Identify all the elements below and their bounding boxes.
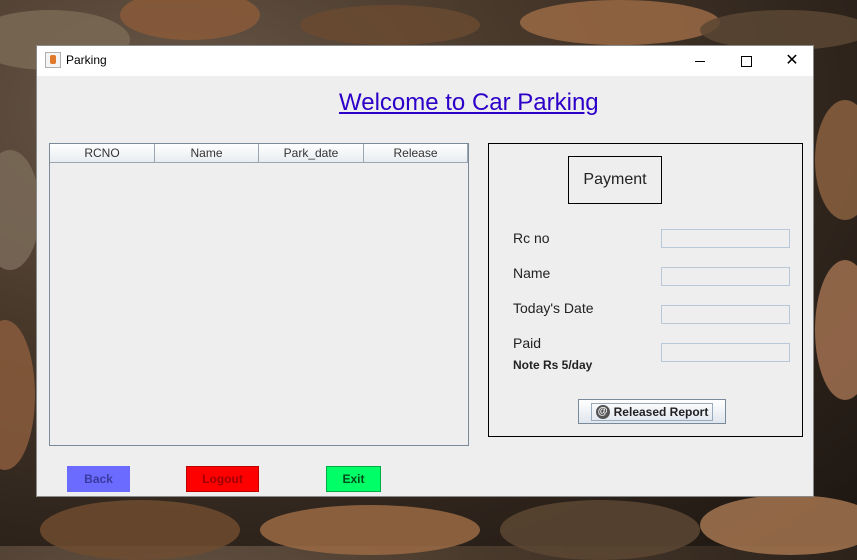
logout-button[interactable]: Logout: [186, 466, 259, 492]
close-button[interactable]: ✕: [769, 46, 815, 76]
todays-date-field[interactable]: [661, 305, 790, 324]
rc-no-label: Rc no: [513, 230, 550, 246]
rc-no-field[interactable]: [661, 229, 790, 248]
back-button[interactable]: Back: [67, 466, 130, 492]
name-label: Name: [513, 265, 551, 281]
window-title: Parking: [66, 53, 107, 67]
page-heading: Welcome to Car Parking: [339, 89, 599, 116]
table-header: RCNO Name Park_date Release: [50, 144, 468, 164]
maximize-icon: [740, 55, 752, 67]
column-header-rcno[interactable]: RCNO: [50, 144, 155, 163]
exit-button[interactable]: Exit: [326, 466, 381, 492]
payment-panel: Payment Rc no Name Today's Date Paid Not…: [488, 143, 803, 437]
parking-table[interactable]: RCNO Name Park_date Release: [49, 143, 469, 446]
released-report-button[interactable]: @ Released Report: [578, 399, 726, 424]
payment-title: Payment: [568, 156, 662, 204]
released-report-label: Released Report: [613, 404, 709, 419]
paid-field[interactable]: [661, 343, 790, 362]
at-icon: @: [595, 404, 610, 419]
parking-window: Parking ✕ Welcome to Car Parking RCNO Na…: [36, 45, 814, 497]
paid-label: Paid: [513, 335, 542, 351]
rate-note: Note Rs 5/day: [513, 358, 593, 372]
maximize-button[interactable]: [723, 46, 769, 76]
column-header-release[interactable]: Release: [364, 144, 468, 163]
java-app-icon: [45, 52, 61, 68]
released-report-button-focus: @ Released Report: [590, 402, 714, 421]
todays-date-label: Today's Date: [513, 300, 594, 316]
name-field[interactable]: [661, 267, 790, 286]
column-header-park-date[interactable]: Park_date: [259, 144, 364, 163]
column-header-name[interactable]: Name: [155, 144, 259, 163]
title-bar[interactable]: Parking ✕: [37, 46, 813, 76]
minimize-icon: [695, 60, 705, 62]
close-icon: ✕: [785, 52, 799, 69]
minimize-button[interactable]: [677, 46, 723, 76]
